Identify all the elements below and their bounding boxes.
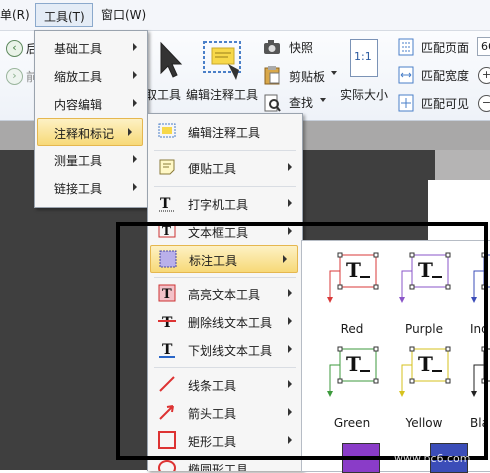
menu-item-basic-tools-label: 基础工具 <box>54 42 103 56</box>
menu-item-zoom-tools[interactable]: 缩放工具 <box>35 62 147 90</box>
find-dropdown-icon[interactable] <box>320 98 326 102</box>
edit-annotation-tool-icon[interactable] <box>200 36 246 82</box>
zoom-in-icon[interactable]: + <box>478 67 490 84</box>
submenu-arrow-icon <box>288 199 292 207</box>
highlight-box <box>116 222 488 460</box>
fit-page-label[interactable]: 匹配页面 <box>421 39 469 56</box>
submenu-arrow-icon <box>288 163 292 171</box>
back-icon[interactable]: ‹ <box>6 40 23 57</box>
submenu-arrow-icon <box>133 155 137 163</box>
menu-item-link-tools[interactable]: 链接工具 <box>35 174 147 202</box>
edit-annotation-tool-label[interactable]: 编辑注释工具 <box>186 86 258 103</box>
find-label[interactable]: 查找 <box>289 94 313 111</box>
svg-text:T: T <box>160 196 171 212</box>
take-tool-label[interactable]: 取工具 <box>145 86 181 103</box>
submenu-arrow-icon <box>133 71 137 79</box>
menu-item-content-edit-label: 内容编辑 <box>54 98 103 112</box>
ellipse-icon <box>158 460 176 471</box>
menu-item-measure-tools[interactable]: 测量工具 <box>35 146 147 174</box>
actual-size-icon-text: 1:1 <box>354 50 372 63</box>
clipboard-dropdown-icon[interactable] <box>331 71 337 75</box>
submenu-arrow-icon <box>133 183 137 191</box>
sticky-note-icon <box>159 159 175 175</box>
menu-item-typewriter-tool[interactable]: T 打字机工具 <box>148 190 302 218</box>
menu-item-sticky-note-tool[interactable]: 便贴工具 <box>148 154 302 182</box>
fit-width-label[interactable]: 匹配宽度 <box>421 67 469 84</box>
menu-item-link-tools-label: 链接工具 <box>54 182 103 196</box>
zoom-value: 66 <box>481 40 490 53</box>
actual-size-label[interactable]: 实际大小 <box>340 86 388 103</box>
menu-item-edit-annotation-tool[interactable]: 编辑注释工具 <box>148 118 302 146</box>
watermark-text: www.pc6.com <box>394 452 471 465</box>
submenu-arrow-icon <box>133 99 137 107</box>
menu-item-comment-markup-label: 注释和标记 <box>54 127 115 141</box>
clipboard-label[interactable]: 剪贴板 <box>289 68 325 85</box>
menu-separator <box>154 186 296 187</box>
menu-item-window[interactable]: 窗口(W) <box>101 6 146 23</box>
find-icon[interactable] <box>263 93 281 113</box>
watermark: www.pc6.com <box>332 440 490 470</box>
edit-annotation-icon <box>158 123 176 138</box>
menu-item-typewriter-tool-label: 打字机工具 <box>188 198 249 212</box>
fit-visible-label[interactable]: 匹配可见 <box>421 95 469 112</box>
zoom-input[interactable]: 66 <box>477 37 490 56</box>
menu-item-comment-markup[interactable]: 注释和标记 <box>37 118 143 146</box>
snapshot-label[interactable]: 快照 <box>289 39 313 56</box>
typewriter-icon: T <box>159 196 175 212</box>
clipboard-icon[interactable] <box>263 65 281 85</box>
menu-bar: 单(R) 工具(T) 窗口(W) <box>0 0 490 31</box>
menu-item-zoom-tools-label: 缩放工具 <box>54 70 103 84</box>
fit-visible-icon[interactable] <box>398 94 414 112</box>
menu-separator <box>154 150 296 151</box>
actual-size-icon[interactable]: 1:1 <box>350 39 378 77</box>
tools-menu: 基础工具 缩放工具 内容编辑 注释和标记 测量工具 链接工具 <box>34 30 148 208</box>
fit-page-icon[interactable] <box>398 38 414 56</box>
menu-item-measure-tools-label: 测量工具 <box>54 154 103 168</box>
menu-item-r[interactable]: 单(R) <box>0 6 30 23</box>
fit-width-icon[interactable] <box>398 66 414 84</box>
menu-item-sticky-note-tool-label: 便贴工具 <box>188 162 237 176</box>
forward-icon[interactable]: › <box>6 68 23 85</box>
menu-item-tools[interactable]: 工具(T) <box>35 3 93 27</box>
select-cursor-icon[interactable] <box>155 39 185 83</box>
menu-item-tools-label: 工具(T) <box>44 10 85 24</box>
submenu-arrow-icon <box>128 128 132 136</box>
submenu-arrow-icon <box>133 43 137 51</box>
camera-icon[interactable] <box>263 39 281 55</box>
menu-item-content-edit[interactable]: 内容编辑 <box>35 90 147 118</box>
menu-item-edit-annotation-tool-label: 编辑注释工具 <box>188 126 261 140</box>
zoom-out-icon[interactable]: − <box>478 95 490 112</box>
menu-item-basic-tools[interactable]: 基础工具 <box>35 34 147 62</box>
